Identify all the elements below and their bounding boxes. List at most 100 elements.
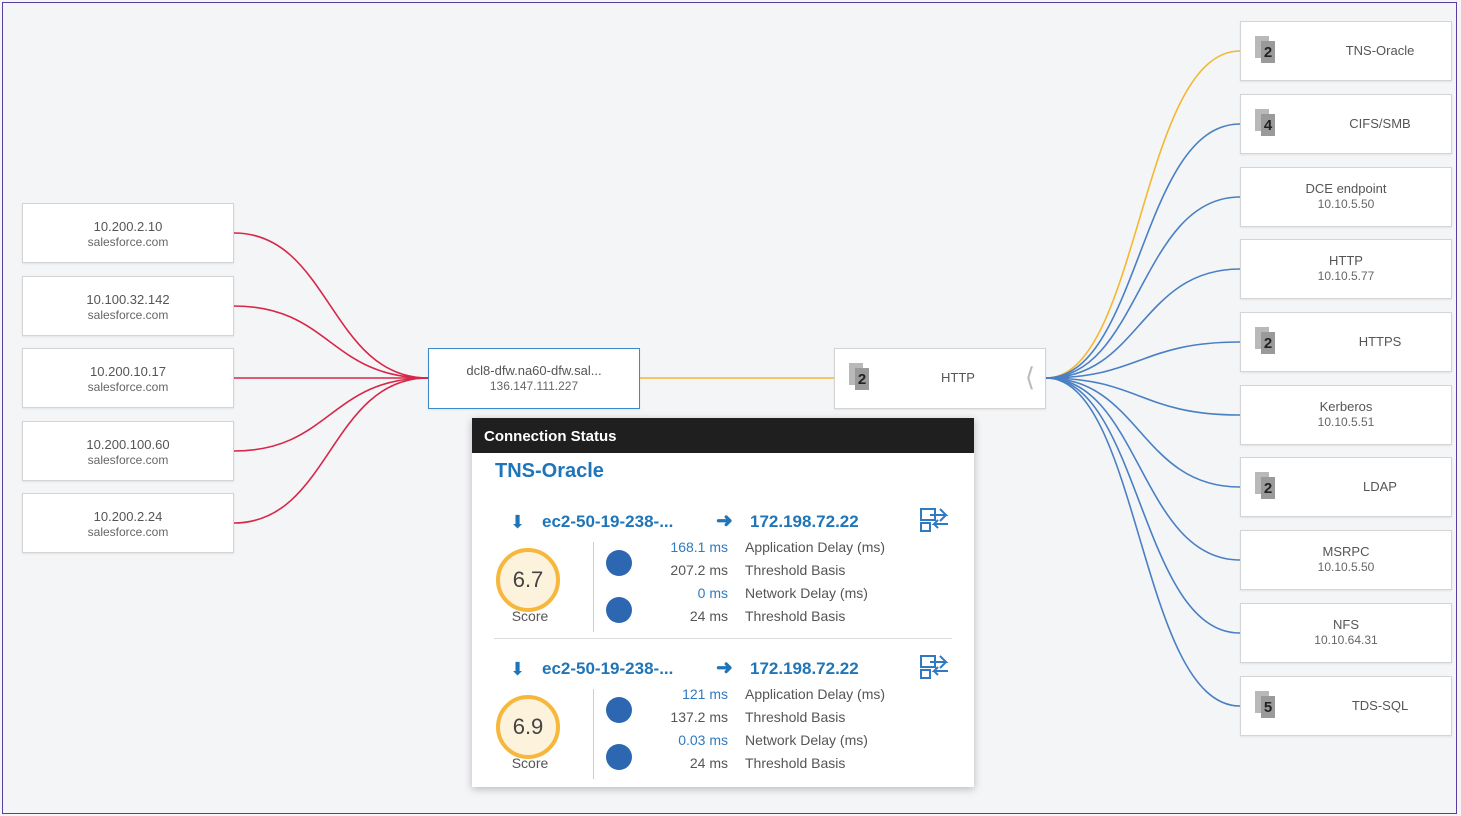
connection-separator: [494, 638, 952, 639]
source-host: salesforce.com: [87, 235, 169, 249]
metric-value: 24 ms: [689, 608, 728, 624]
source-node[interactable]: 10.200.2.10 salesforce.com: [22, 203, 234, 263]
metric-value: 207.2 ms: [670, 562, 728, 578]
source-ip: 10.100.32.142: [86, 292, 170, 307]
connection-source[interactable]: ec2-50-19-238-...: [542, 659, 673, 679]
source-node[interactable]: 10.200.10.17 salesforce.com: [22, 348, 234, 408]
source-ip: 10.200.2.10: [93, 219, 163, 234]
metric-value: 168.1 ms: [670, 539, 728, 555]
service-label: TNS-Oracle: [1345, 43, 1415, 58]
connection-destination[interactable]: 172.198.72.22: [750, 659, 859, 679]
service-ip: 10.10.5.51: [1317, 415, 1375, 429]
service-count: 2: [1261, 477, 1275, 499]
source-ip: 10.200.100.60: [86, 437, 170, 452]
service-label: Kerberos: [1319, 399, 1373, 414]
source-node[interactable]: 10.200.2.24 salesforce.com: [22, 493, 234, 553]
service-node-dce-endpoint[interactable]: DCE endpoint 10.10.5.50: [1240, 167, 1452, 227]
service-label: TDS-SQL: [1351, 698, 1409, 713]
service-label: CIFS/SMB: [1349, 116, 1411, 131]
service-ip: 10.10.64.31: [1314, 633, 1378, 647]
service-label: MSRPC: [1322, 544, 1370, 559]
service-node-tns-oracle[interactable]: 2 TNS-Oracle: [1240, 21, 1452, 81]
service-label: NFS: [1333, 617, 1359, 632]
metric-value: 0 ms: [697, 585, 728, 601]
source-ip: 10.200.2.24: [93, 509, 163, 524]
server-node[interactable]: dcl8-dfw.na60-dfw.sal... 136.147.111.227: [428, 348, 640, 409]
source-host: salesforce.com: [87, 308, 169, 322]
service-node-kerberos[interactable]: Kerberos 10.10.5.51: [1240, 385, 1452, 445]
service-group-node[interactable]: 2 HTTP ⟨: [834, 348, 1046, 409]
score-label: Score: [511, 608, 549, 624]
divider: [593, 689, 594, 779]
swap-direction-icon[interactable]: [918, 506, 952, 534]
source-node[interactable]: 10.100.32.142 salesforce.com: [22, 276, 234, 336]
service-node-ldap[interactable]: 2 LDAP: [1240, 457, 1452, 517]
connection-source[interactable]: ec2-50-19-238-...: [542, 512, 673, 532]
metric-label: Network Delay (ms): [745, 585, 868, 601]
source-host: salesforce.com: [87, 525, 169, 539]
server-ip: 136.147.111.227: [489, 379, 579, 393]
metric-label: Application Delay (ms): [745, 539, 886, 555]
connection-destination[interactable]: 172.198.72.22: [750, 512, 859, 532]
divider: [593, 542, 594, 632]
service-link: [1045, 341, 1241, 379]
metric-label: Network Delay (ms): [745, 732, 868, 748]
service-node-tds-sql[interactable]: 5 TDS-SQL: [1240, 676, 1452, 736]
source-node[interactable]: 10.200.100.60 salesforce.com: [22, 421, 234, 481]
status-dot: [606, 744, 632, 770]
connection-entry: ⬇ ec2-50-19-238-... ➜ 172.198.72.22 6.9 …: [472, 651, 974, 791]
service-link: [1045, 50, 1241, 379]
connection-status-popup: Connection Status TNS-Oracle ⬇ ec2-50-19…: [472, 418, 974, 787]
source-ip: 10.200.10.17: [90, 364, 166, 379]
service-link: [1045, 377, 1241, 488]
metric-value: 0.03 ms: [678, 732, 728, 748]
swap-direction-icon[interactable]: [918, 653, 952, 681]
right-arrow-icon: ➜: [716, 657, 733, 679]
stack-icon: 2: [1255, 327, 1277, 355]
service-ip: 10.10.5.77: [1317, 269, 1375, 283]
service-ip: 10.10.5.50: [1317, 197, 1375, 211]
service-link: [1045, 268, 1241, 379]
service-node-cifs-smb[interactable]: 4 CIFS/SMB: [1240, 94, 1452, 154]
right-arrow-icon: ➜: [716, 510, 733, 532]
service-label: DCE endpoint: [1305, 181, 1387, 196]
metric-value: 121 ms: [682, 686, 728, 702]
client-link: [233, 377, 429, 524]
metric-label: Application Delay (ms): [745, 686, 886, 702]
service-count: 4: [1261, 114, 1275, 136]
service-count: 2: [1261, 332, 1275, 354]
group-label: HTTP: [941, 370, 975, 385]
stack-icon: 2: [849, 363, 871, 391]
stack-icon: 4: [1255, 109, 1277, 137]
stack-icon: 2: [1255, 36, 1277, 64]
service-link: [1045, 377, 1241, 634]
service-ip: 10.10.5.50: [1317, 560, 1375, 574]
download-arrow-icon: ⬇: [510, 512, 526, 532]
group-count: 2: [855, 368, 869, 390]
metric-label: Threshold Basis: [745, 709, 846, 725]
chevron-left-icon[interactable]: ⟨: [1025, 361, 1035, 393]
status-dot: [606, 697, 632, 723]
source-host: salesforce.com: [87, 453, 169, 467]
stack-icon: 5: [1255, 691, 1277, 719]
metric-value: 137.2 ms: [670, 709, 728, 725]
service-link: [1045, 123, 1241, 379]
status-dot: [606, 550, 632, 576]
score-gauge: 6.9: [496, 695, 560, 759]
metric-label: Threshold Basis: [745, 755, 846, 771]
service-link: [1045, 377, 1241, 561]
service-count: 5: [1261, 696, 1275, 718]
stack-icon: 2: [1255, 472, 1277, 500]
source-host: salesforce.com: [87, 380, 169, 394]
service-label: LDAP: [1363, 479, 1397, 494]
service-node-nfs[interactable]: NFS 10.10.64.31: [1240, 603, 1452, 663]
server-name: dcl8-dfw.na60-dfw.sal...: [466, 363, 602, 378]
service-node-https[interactable]: 2 HTTPS: [1240, 312, 1452, 372]
service-count: 2: [1261, 41, 1275, 63]
client-link: [233, 377, 429, 452]
metric-label: Threshold Basis: [745, 608, 846, 624]
service-node-msrpc[interactable]: MSRPC 10.10.5.50: [1240, 530, 1452, 590]
connection-entry: ⬇ ec2-50-19-238-... ➜ 172.198.72.22 6.7 …: [472, 504, 974, 644]
client-link: [233, 232, 429, 379]
service-node-http[interactable]: HTTP 10.10.5.77: [1240, 239, 1452, 299]
